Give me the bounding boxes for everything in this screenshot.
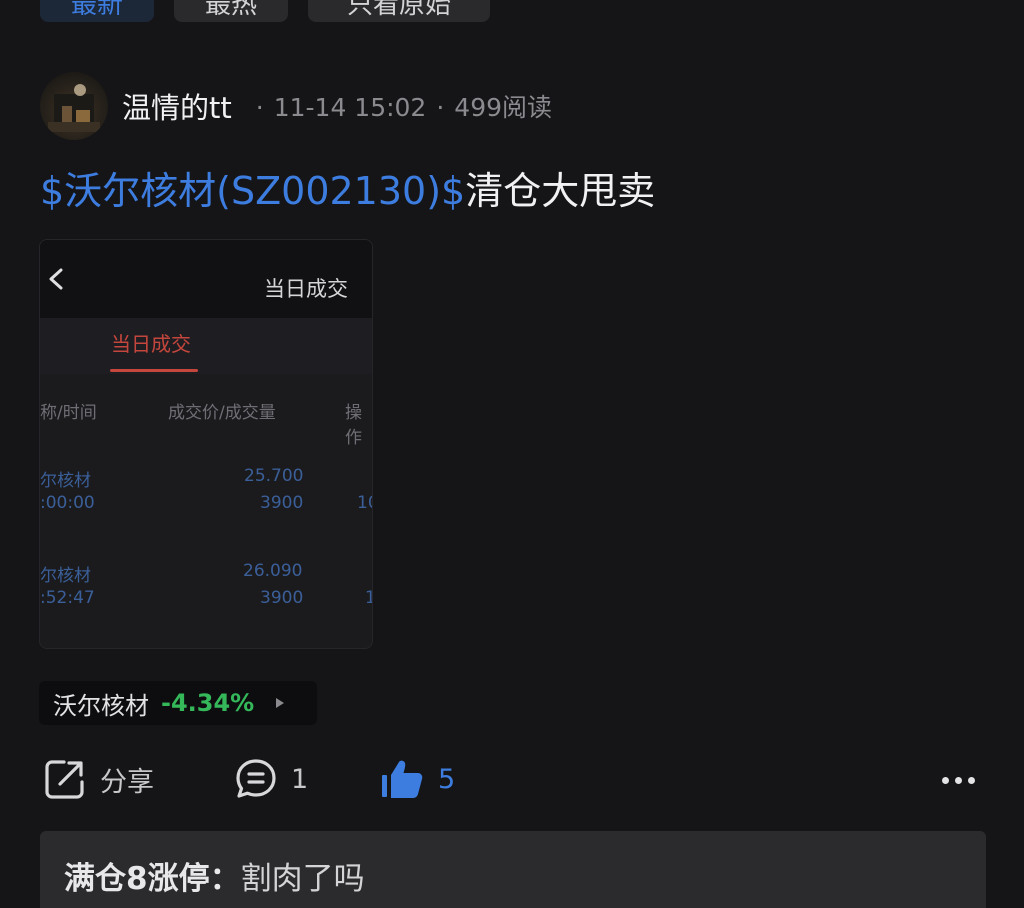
image-tab-underline bbox=[110, 369, 198, 372]
share-label: 分享 bbox=[100, 766, 154, 798]
comment-text: 割肉了吗 bbox=[240, 861, 365, 897]
image-cell: 10 bbox=[357, 493, 372, 513]
post-time: 11-14 15:02 bbox=[273, 93, 427, 122]
back-arrow-icon bbox=[49, 268, 63, 290]
image-title: 当日成交 bbox=[264, 277, 348, 301]
stock-link[interactable]: $沃尔核材(SZ002130)$ bbox=[40, 169, 465, 213]
stock-tag-change: -4.34% bbox=[161, 689, 255, 717]
image-cell: 尔核材 bbox=[40, 566, 91, 586]
image-tabbar: 当日成交 bbox=[40, 318, 372, 374]
comment-icon bbox=[236, 759, 276, 798]
share-button[interactable]: 分享 bbox=[44, 758, 154, 800]
image-cell: 25.700 bbox=[244, 466, 304, 486]
stock-tag-name: 沃尔核材 bbox=[53, 691, 149, 720]
tab-original-only[interactable]: 只看原始 bbox=[308, 0, 490, 22]
post-content: $沃尔核材(SZ002130)$清仓大甩卖 bbox=[40, 165, 655, 217]
filter-tabs: 最新 最热 只看原始 bbox=[40, 0, 490, 22]
post-image[interactable]: 当日成交 当日成交 称/时间 成交价/成交量 操作 尔核材 :00:00 25.… bbox=[39, 239, 373, 649]
image-cell: :00:00 bbox=[40, 493, 95, 513]
stock-tag[interactable]: 沃尔核材 -4.34% bbox=[39, 681, 317, 725]
post-body: 清仓大甩卖 bbox=[465, 169, 656, 213]
image-cell: 3900 bbox=[260, 493, 304, 513]
post-page: 最新 最热 只看原始 温情的tt · 11-14 15:02 · 499阅读 $沃尔核… bbox=[0, 0, 1024, 908]
image-cell: :52:47 bbox=[40, 588, 95, 608]
post-meta: · 11-14 15:02 · 499阅读 bbox=[255, 93, 553, 122]
tab-hottest[interactable]: 最热 bbox=[174, 0, 288, 22]
image-cell: 3900 bbox=[260, 588, 304, 608]
image-cell: 1 bbox=[365, 588, 372, 608]
author-name[interactable]: 温情的tt bbox=[122, 85, 232, 127]
tab-latest[interactable]: 最新 bbox=[40, 0, 154, 22]
read-count: 499阅读 bbox=[454, 93, 553, 122]
share-icon bbox=[45, 760, 84, 799]
like-button[interactable]: 5 bbox=[380, 758, 455, 800]
image-tab: 当日成交 bbox=[111, 332, 191, 356]
image-col-header: 成交价/成交量 bbox=[168, 403, 276, 423]
comment-author[interactable]: 满仓8涨停： bbox=[64, 861, 241, 897]
image-topbar: 当日成交 bbox=[40, 240, 372, 318]
comment-preview[interactable]: 满仓8涨停：割肉了吗 bbox=[40, 831, 986, 908]
image-cell: 尔核材 bbox=[40, 471, 91, 491]
image-col-header: 称/时间 bbox=[40, 403, 97, 423]
thumbs-up-icon bbox=[382, 760, 423, 798]
like-count: 5 bbox=[438, 763, 456, 795]
image-col-header: 操作 bbox=[345, 403, 362, 448]
comment-count: 1 bbox=[291, 763, 309, 795]
post-header: 温情的tt · 11-14 15:02 · 499阅读 bbox=[40, 72, 552, 140]
avatar[interactable] bbox=[40, 72, 108, 140]
play-arrow-icon bbox=[276, 698, 285, 708]
more-options-icon[interactable] bbox=[942, 760, 975, 800]
image-cell: 26.090 bbox=[243, 561, 303, 581]
comment-button[interactable]: 1 bbox=[235, 758, 308, 800]
